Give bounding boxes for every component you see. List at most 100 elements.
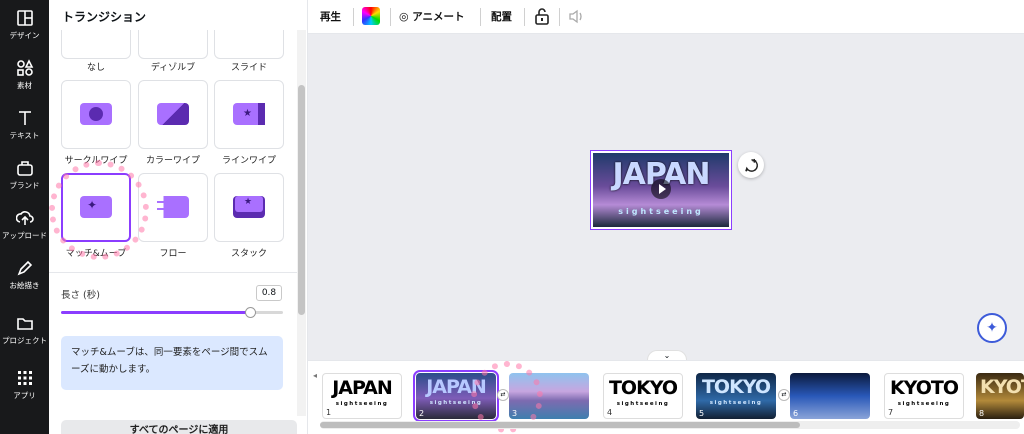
thumb-title: KYOTO [980,376,1024,398]
chevron-down-icon: ⌄ [663,351,671,360]
position-button[interactable]: 配置 [491,9,512,24]
duration-slider-fill[interactable] [61,311,251,314]
color-picker-icon[interactable] [362,7,380,25]
add-comment-button[interactable] [738,152,764,178]
separator [353,8,354,26]
sparkle-icon: ✦ [80,196,112,218]
thumb-title: JAPAN [332,377,393,399]
rail-label: アップロード [2,231,47,240]
page-thumbnail-selected[interactable]: JAPAN sightseeing 2 [413,370,499,422]
transition-tile-circle-wipe[interactable] [61,80,131,149]
play-icon[interactable] [651,179,671,199]
rail-elements[interactable]: 素材 [0,50,49,100]
rail-design[interactable]: デザイン [0,0,49,50]
thumb-subtitle: sightseeing [897,401,951,407]
transition-panel: トランジション なし ディゾルブ スライド サークルワイプ カラーワイプ ★ ラ… [49,0,308,434]
unlock-icon[interactable] [535,8,549,25]
divider [49,272,297,273]
transition-marker-icon[interactable]: ⇄ [778,389,790,401]
rail-label: アプリ [13,391,36,400]
separator [480,8,481,26]
editor-root: デザイン 素材 テキスト ブランド アップロード お絵描き プロジェクト アプリ… [0,0,1024,434]
thumb-subtitle: sightseeing [335,401,389,407]
thumb-subtitle: sightseeing [709,400,763,406]
transition-tile-match-move[interactable]: ✦ [61,173,131,242]
page-number: 8 [979,409,985,418]
play-button[interactable]: 再生 [320,9,341,24]
transition-label: ディゾルブ [150,63,196,73]
grid-icon [17,371,32,385]
rail-text[interactable]: テキスト [0,100,49,150]
rail-apps[interactable]: アプリ [0,360,49,410]
page-number: 4 [607,408,613,417]
rail-upload[interactable]: アップロード [0,200,49,250]
duration-label: 長さ (秒) [61,290,100,301]
page-number: 1 [326,408,332,417]
rail-label: 素材 [17,81,32,90]
transition-tile-color-wipe[interactable] [138,80,208,149]
circle-wipe-icon [80,103,112,125]
rail-label: テキスト [9,131,40,140]
scroll-left-icon[interactable]: ◂ [313,371,317,380]
panel-scrollbar[interactable] [297,30,306,416]
line-wipe-icon: ★ [233,103,265,125]
flow-icon [157,196,189,218]
page-thumbnail[interactable]: KYOTO sightseeing 7 [884,373,964,419]
transition-label: フロー [159,249,187,259]
left-rail: デザイン 素材 テキスト ブランド アップロード お絵描き プロジェクト アプリ [0,0,49,434]
transition-tile-none[interactable] [61,30,131,59]
separator [524,8,525,26]
transition-marker-icon[interactable]: ⇄ [497,389,509,401]
magic-assist-button[interactable]: ✦ [977,313,1007,343]
rail-label: プロジェクト [2,336,47,345]
thumb-subtitle: sightseeing [616,401,670,407]
transition-tile-dissolve[interactable] [138,30,208,59]
apply-all-button[interactable]: すべてのページに適用 [61,420,297,434]
duration-input[interactable]: 0.8 [256,285,282,301]
panel-scrollbar-thumb[interactable] [298,85,305,315]
layout-icon [16,10,33,26]
timeline-scrollbar[interactable] [320,421,1020,429]
transition-tile-flow[interactable] [138,173,208,242]
canvas-area: JAPAN sightseeing ✦ [308,34,1024,360]
page-thumbnail[interactable]: TOKYO sightseeing 4 [603,373,683,419]
page-thumbnail[interactable]: 3 [509,373,589,419]
top-toolbar: 再生 ◎ アニメート 配置 [308,0,1024,34]
page-thumbnail[interactable]: JAPAN sightseeing 1 [322,373,402,419]
volume-icon[interactable] [569,9,585,24]
folder-icon [16,318,33,330]
sparkle-icon: ✦ [986,320,998,336]
duration-slider-knob[interactable] [245,307,256,318]
timeline-scrollbar-thumb[interactable] [320,422,800,428]
page-number: 5 [699,409,705,418]
rail-brand[interactable]: ブランド [0,150,49,200]
current-slide[interactable]: JAPAN sightseeing [590,150,732,230]
page-number: 2 [419,409,425,418]
transition-label: カラーワイプ [145,156,200,166]
rail-label: ブランド [9,181,40,190]
rail-label: デザイン [9,31,40,40]
page-thumbnail[interactable]: TOKYO sightseeing 5 [696,373,776,419]
thumb-subtitle: sightseeing [429,400,483,406]
shapes-icon [16,59,33,76]
brand-icon [16,161,33,176]
rail-projects[interactable]: プロジェクト [0,305,49,355]
transition-label: ラインワイプ [221,156,276,166]
thumb-title: JAPAN [426,376,487,398]
transition-tile-slide[interactable] [214,30,284,59]
transition-tile-stack[interactable]: ★ [214,173,284,242]
page-number: 3 [512,409,518,418]
animate-icon: ◎ [399,10,409,23]
page-thumbnail[interactable]: 6 [790,373,870,419]
rail-draw[interactable]: お絵描き [0,250,49,300]
transition-label: マッチ&ムーブ [65,249,127,259]
transition-label: スライド [230,63,267,73]
stack-icon: ★ [233,196,265,218]
thumb-title: TOKYO [701,376,771,398]
slide-subtitle: sightseeing [618,207,704,216]
slide-image: JAPAN sightseeing [593,153,729,227]
animate-button[interactable]: ◎ アニメート [399,9,465,24]
transition-label: なし [86,63,105,73]
transition-tile-line-wipe[interactable]: ★ [214,80,284,149]
page-thumbnail[interactable]: KYOTO 8 [976,373,1024,419]
